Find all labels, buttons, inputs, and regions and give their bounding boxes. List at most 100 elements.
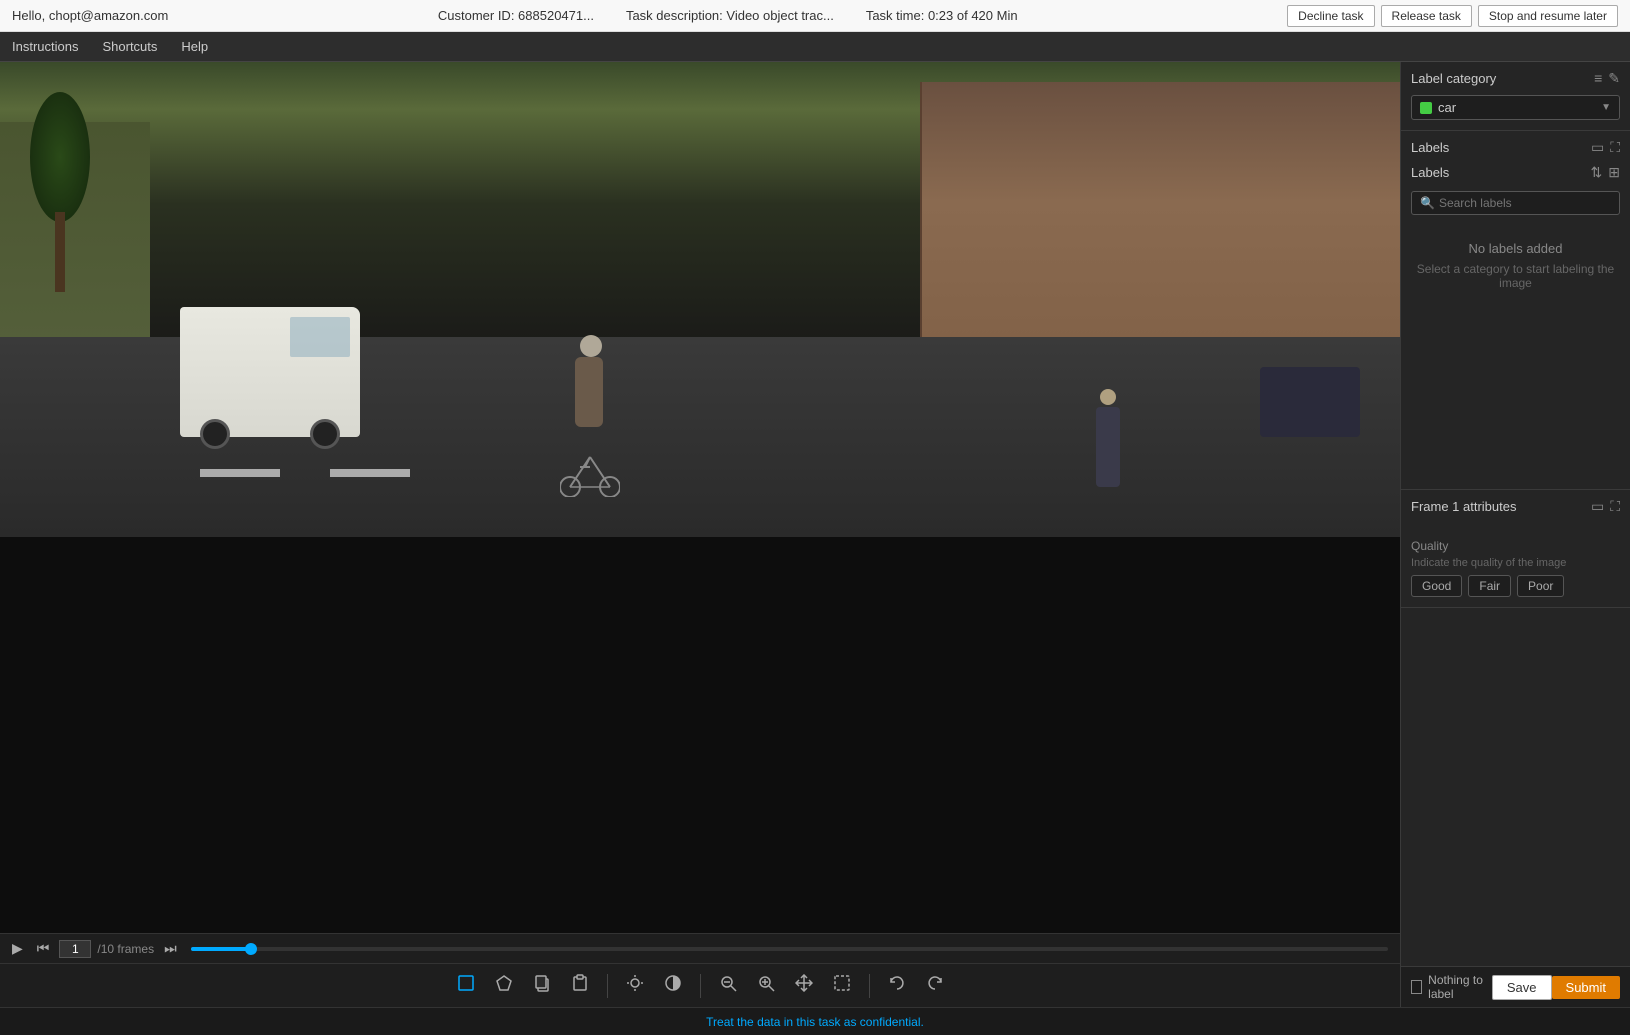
- stop-resume-button[interactable]: Stop and resume later: [1478, 5, 1618, 27]
- nav-instructions[interactable]: Instructions: [12, 39, 78, 54]
- quality-poor-button[interactable]: Poor: [1517, 575, 1564, 597]
- bounding-box-tool[interactable]: [451, 970, 481, 1001]
- move-tool[interactable]: [789, 970, 819, 1001]
- task-time: Task time: 0:23 of 420 Min: [866, 8, 1018, 23]
- labels-subheader-icons: ⇅ ⊞: [1591, 164, 1620, 181]
- scene-cyclist-bike: [560, 447, 620, 497]
- contrast-tool[interactable]: [658, 970, 688, 1001]
- scene-van-wheel-right: [310, 419, 340, 449]
- paste-tool[interactable]: [565, 970, 595, 1001]
- list-icon[interactable]: ≡: [1594, 70, 1602, 87]
- task-info: Customer ID: 688520471... Task descripti…: [438, 8, 1018, 23]
- label-category-arrow-icon: ▼: [1601, 102, 1611, 113]
- frame-attributes-header: Frame 1 attributes ▭ ⛶: [1401, 490, 1630, 523]
- frame-attributes-icons: ▭ ⛶: [1591, 498, 1620, 515]
- scene-pedestrian-head: [1100, 389, 1116, 405]
- video-dark-area: [0, 537, 1400, 933]
- frame-attributes-section: Frame 1 attributes ▭ ⛶ Quality Indicate …: [1401, 490, 1630, 608]
- quality-label: Quality: [1411, 539, 1620, 553]
- play-button[interactable]: ▶: [8, 938, 27, 959]
- quality-description: Indicate the quality of the image: [1411, 557, 1620, 569]
- collapse-icon[interactable]: ▭: [1591, 139, 1604, 156]
- scene-pedestrian: [1096, 407, 1120, 487]
- user-greeting: Hello, chopt@amazon.com: [12, 8, 168, 23]
- label-category-section: Label category ≡ ✎ car ▼: [1401, 62, 1630, 131]
- nothing-to-label-checkbox[interactable]: [1411, 980, 1422, 994]
- quality-fair-button[interactable]: Fair: [1468, 575, 1511, 597]
- scene-road-line: [200, 469, 280, 477]
- top-bar: Hello, chopt@amazon.com Customer ID: 688…: [0, 0, 1630, 32]
- decline-task-button[interactable]: Decline task: [1287, 5, 1374, 27]
- toolbar-separator-1: [607, 974, 608, 998]
- scene-van: [180, 307, 360, 437]
- scene-tree-trunk: [55, 212, 65, 292]
- labels-header: Labels ▭ ⛶: [1401, 131, 1630, 164]
- expand-icon[interactable]: ⛶: [1610, 139, 1620, 156]
- customer-id: Customer ID: 688520471...: [438, 8, 594, 23]
- zoom-out-button[interactable]: [713, 970, 743, 1001]
- edit-icon[interactable]: ✎: [1608, 70, 1620, 87]
- quality-good-button[interactable]: Good: [1411, 575, 1462, 597]
- right-panel: Label category ≡ ✎ car ▼ Labels: [1400, 62, 1630, 1007]
- quality-buttons: Good Fair Poor: [1411, 575, 1620, 597]
- bottom-actions: Nothing to label Save Submit: [1401, 966, 1630, 1007]
- copy-tool[interactable]: [527, 970, 557, 1001]
- labels-subheader: Labels ⇅ ⊞: [1401, 164, 1630, 185]
- prev-frame-button[interactable]: ⏮: [33, 938, 54, 959]
- submit-button[interactable]: Submit: [1552, 976, 1620, 999]
- nothing-to-label-container: Nothing to label: [1411, 973, 1492, 1001]
- confidential-message: Treat the data in this task as confident…: [706, 1015, 924, 1029]
- timeline-progress-fill: [191, 947, 251, 951]
- scene-cyclist: [560, 357, 620, 497]
- brightness-tool[interactable]: [620, 970, 650, 1001]
- scene-van-wheel-left: [200, 419, 230, 449]
- toolbar-separator-2: [700, 974, 701, 998]
- scene-road-line2: [330, 469, 410, 477]
- search-labels-input[interactable]: [1439, 196, 1611, 210]
- scene-tree: [30, 92, 90, 292]
- label-category-select[interactable]: car ▼: [1411, 95, 1620, 120]
- redo-button[interactable]: [920, 970, 950, 1001]
- frame-select-tool[interactable]: [827, 970, 857, 1001]
- label-category-header: Label category ≡ ✎: [1401, 62, 1630, 95]
- frame-attr-collapse-icon[interactable]: ▭: [1591, 498, 1604, 515]
- nav-shortcuts[interactable]: Shortcuts: [102, 39, 157, 54]
- canvas-column: ▶ ⏮ /10 frames ⏭: [0, 62, 1400, 1007]
- zoom-in-button[interactable]: [751, 970, 781, 1001]
- nav-help[interactable]: Help: [181, 39, 208, 54]
- task-description: Task description: Video object trac...: [626, 8, 834, 23]
- filter-icon[interactable]: ⊞: [1608, 164, 1620, 181]
- no-labels-subtitle: Select a category to start labeling the …: [1411, 262, 1620, 290]
- no-labels-message: No labels added Select a category to sta…: [1401, 221, 1630, 489]
- top-actions: Decline task Release task Stop and resum…: [1287, 5, 1618, 27]
- search-labels-container: 🔍: [1411, 191, 1620, 215]
- content-wrapper: ▶ ⏮ /10 frames ⏭: [0, 62, 1630, 1035]
- toolbar-separator-3: [869, 974, 870, 998]
- next-frame-button[interactable]: ⏭: [160, 938, 181, 959]
- scene-cyclist-body: [575, 357, 603, 427]
- video-scene: [0, 62, 1400, 537]
- label-category-icons: ≡ ✎: [1594, 70, 1620, 87]
- timeline-progress-dot: [245, 943, 257, 955]
- polygon-tool[interactable]: [489, 970, 519, 1001]
- no-labels-title: No labels added: [1411, 241, 1620, 256]
- video-frame: [0, 62, 1400, 537]
- undo-button[interactable]: [882, 970, 912, 1001]
- labels-section: Labels ▭ ⛶ Labels ⇅ ⊞ 🔍: [1401, 131, 1630, 490]
- frame-total: /10 frames: [97, 942, 154, 956]
- scene-cyclist-head: [580, 335, 602, 357]
- timeline-bar: ▶ ⏮ /10 frames ⏭: [0, 933, 1400, 963]
- timeline-progress[interactable]: [191, 947, 1388, 951]
- label-category-color: [1420, 102, 1432, 114]
- label-category-title: Label category: [1411, 71, 1496, 86]
- frame-number-input[interactable]: [59, 940, 91, 958]
- frame-attr-expand-icon[interactable]: ⛶: [1610, 498, 1620, 515]
- sort-icon[interactable]: ⇅: [1591, 164, 1603, 181]
- right-panel-spacer: [1401, 608, 1630, 966]
- save-button[interactable]: Save: [1492, 975, 1552, 1000]
- quality-control: Quality Indicate the quality of the imag…: [1411, 539, 1620, 597]
- search-icon: 🔍: [1420, 196, 1435, 210]
- scene-car-right: [1260, 367, 1360, 437]
- labels-header-icons: ▭ ⛶: [1591, 139, 1620, 156]
- release-task-button[interactable]: Release task: [1381, 5, 1472, 27]
